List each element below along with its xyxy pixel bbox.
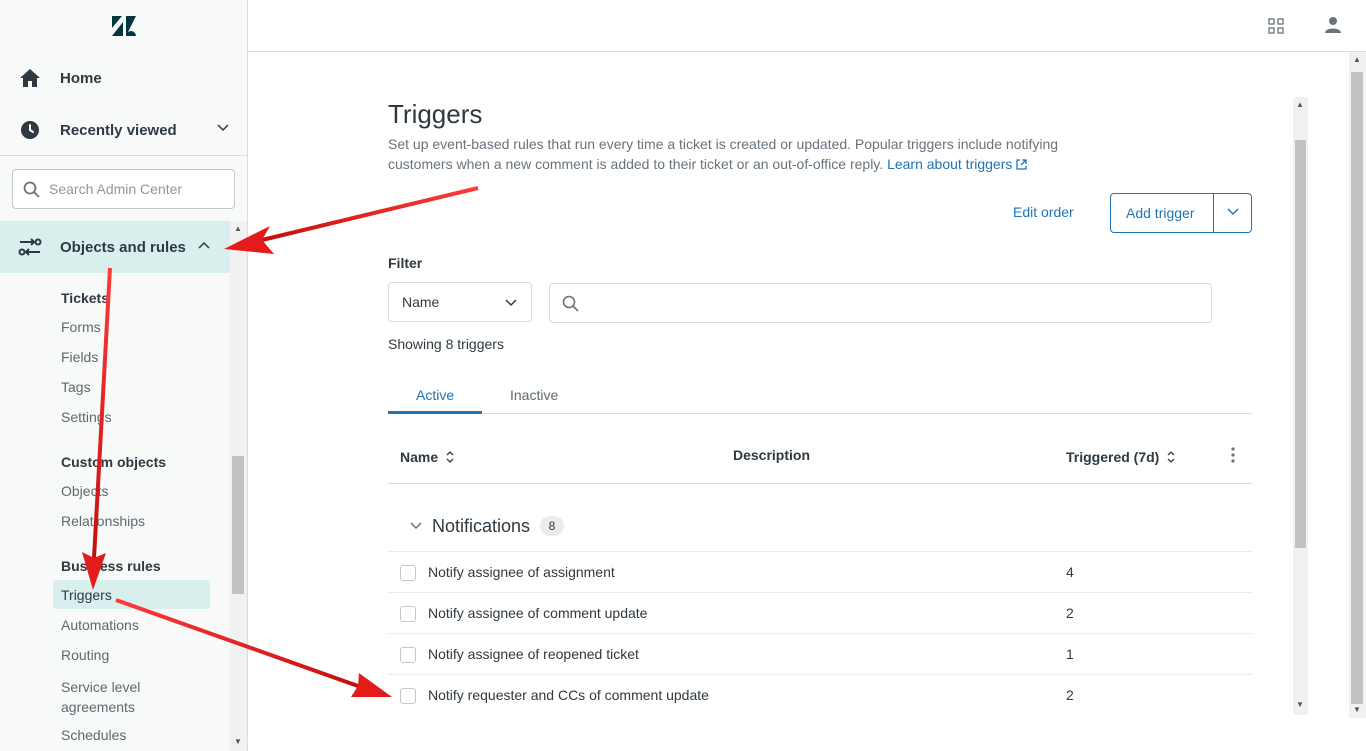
nav-objects-and-rules[interactable]: Objects and rules <box>0 221 230 273</box>
row-checkbox[interactable] <box>400 565 416 581</box>
sidebar-item-automations[interactable]: Automations <box>61 617 139 633</box>
table-row[interactable]: Notify assignee of reopened ticket 1 <box>388 633 1252 674</box>
filter-search-input[interactable] <box>588 293 1188 313</box>
column-header-name[interactable]: Name <box>400 449 455 465</box>
arrow-to-objects-and-rules <box>224 186 479 254</box>
nav-recently-viewed[interactable]: Recently viewed <box>0 104 247 156</box>
sidebar-scroll-up-icon[interactable]: ▲ <box>234 224 242 233</box>
chevron-down-icon[interactable] <box>1227 208 1239 216</box>
group-heading-custom-objects: Custom objects <box>61 454 167 470</box>
tabs-divider <box>388 413 1252 414</box>
apps-grid-icon[interactable] <box>1268 18 1284 34</box>
row-triggered-count: 2 <box>1066 687 1074 703</box>
content-scroll-up-icon[interactable]: ▲ <box>1296 100 1304 109</box>
row-name[interactable]: Notify assignee of assignment <box>428 564 615 580</box>
search-icon <box>562 295 579 312</box>
tab-active-indicator <box>388 411 482 414</box>
nav-objects-and-rules-label: Objects and rules <box>60 239 186 256</box>
page-scroll-down-icon[interactable]: ▼ <box>1353 705 1361 714</box>
sidebar-item-fields[interactable]: Fields <box>61 349 98 365</box>
sort-icon <box>1167 451 1175 463</box>
learn-about-triggers-link[interactable]: Learn about triggers <box>887 156 1027 172</box>
filter-select-value: Name <box>402 294 440 310</box>
clock-icon <box>21 121 39 139</box>
table-row[interactable]: Notify assignee of assignment 4 <box>388 551 1252 592</box>
group-heading-business-rules: Business rules <box>61 558 161 574</box>
nav-home-label: Home <box>60 69 102 87</box>
page-title: Triggers <box>388 99 483 129</box>
sidebar-item-relationships[interactable]: Relationships <box>61 513 145 529</box>
split-divider <box>1213 194 1214 232</box>
admin-search-input[interactable] <box>49 179 229 199</box>
nav-recently-viewed-label: Recently viewed <box>60 121 177 139</box>
content-scroll-thumb[interactable] <box>1295 140 1306 548</box>
learn-link-label: Learn about triggers <box>887 156 1013 172</box>
external-link-icon <box>1016 159 1027 170</box>
page-scroll-up-icon[interactable]: ▲ <box>1353 55 1361 64</box>
sort-icon <box>446 451 454 463</box>
add-trigger-split-button: Add trigger <box>1110 193 1252 233</box>
chevron-down-icon <box>505 299 517 307</box>
row-checkbox[interactable] <box>400 606 416 622</box>
group-label: Notifications <box>432 516 531 536</box>
home-icon <box>20 69 40 87</box>
sidebar-item-settings[interactable]: Settings <box>61 409 112 425</box>
zendesk-logo-icon[interactable] <box>110 14 138 38</box>
row-name[interactable]: Notify requester and CCs of comment upda… <box>428 687 709 703</box>
chevron-down-icon <box>217 124 229 132</box>
group-heading-tickets: Tickets <box>61 290 109 306</box>
tab-inactive[interactable]: Inactive <box>510 387 558 403</box>
sidebar-divider <box>0 155 247 156</box>
add-trigger-button[interactable]: Add trigger <box>1126 205 1194 221</box>
sidebar-item-sla[interactable]: Service level agreements <box>61 677 171 717</box>
edit-order-button[interactable]: Edit order <box>1013 204 1074 220</box>
row-name[interactable]: Notify assignee of comment update <box>428 605 647 621</box>
column-header-triggered[interactable]: Triggered (7d) <box>1066 449 1176 465</box>
sidebar-item-routing[interactable]: Routing <box>61 647 109 663</box>
column-header-description: Description <box>733 447 811 463</box>
chevron-down-icon <box>410 522 422 530</box>
tab-active[interactable]: Active <box>416 387 454 403</box>
sidebar-item-tags[interactable]: Tags <box>61 379 91 395</box>
group-count-badge: 8 <box>540 516 564 536</box>
sidebar-item-triggers[interactable]: Triggers <box>61 587 112 603</box>
sidebar-scroll-thumb[interactable] <box>232 456 244 594</box>
row-checkbox[interactable] <box>400 688 416 704</box>
sidebar-scroll-down-icon[interactable]: ▼ <box>234 737 242 746</box>
sidebar-item-forms[interactable]: Forms <box>61 319 101 335</box>
column-name-label: Name <box>400 449 439 465</box>
sidebar: Home Recently viewed Objects and rules <box>0 0 248 751</box>
user-avatar-icon[interactable] <box>1324 16 1342 34</box>
sidebar-item-schedules[interactable]: Schedules <box>61 727 126 743</box>
sidebar-item-objects[interactable]: Objects <box>61 483 108 499</box>
table-row[interactable]: Notify requester and CCs of comment upda… <box>388 674 1252 715</box>
admin-search[interactable] <box>12 169 235 209</box>
filter-search-field[interactable] <box>549 283 1212 323</box>
row-triggered-count: 4 <box>1066 564 1074 580</box>
filter-field-select[interactable]: Name <box>388 282 532 322</box>
row-triggered-count: 1 <box>1066 646 1074 662</box>
search-icon <box>23 181 40 198</box>
row-name[interactable]: Notify assignee of reopened ticket <box>428 646 639 662</box>
objects-rules-icon <box>18 238 42 256</box>
row-triggered-count: 2 <box>1066 605 1074 621</box>
chevron-up-icon <box>198 241 210 249</box>
content-scroll-down-icon[interactable]: ▼ <box>1296 700 1304 709</box>
nav-home[interactable]: Home <box>0 52 247 104</box>
table-row[interactable]: Notify assignee of comment update 2 <box>388 592 1252 633</box>
more-options-icon[interactable] <box>1231 447 1235 463</box>
top-bar <box>248 0 1366 52</box>
filter-label: Filter <box>388 255 423 271</box>
column-triggered-label: Triggered (7d) <box>1066 449 1160 465</box>
table-header-divider <box>388 483 1252 484</box>
row-checkbox[interactable] <box>400 647 416 663</box>
page-description: Set up event-based rules that run every … <box>388 134 1078 174</box>
page-scroll-thumb[interactable] <box>1351 72 1363 704</box>
results-count: Showing 8 triggers <box>388 336 504 352</box>
